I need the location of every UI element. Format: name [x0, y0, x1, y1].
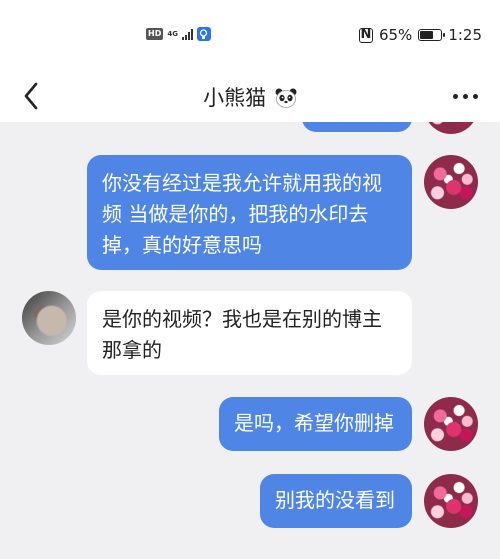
- clock-time: 1:25: [448, 26, 482, 44]
- message-line: 你没有经过是我允许就用我的视: [102, 171, 382, 195]
- contact-avatar[interactable]: [22, 291, 76, 345]
- message-bubble-sent[interactable]: 别我的没看到: [260, 474, 412, 528]
- message-bubble-sent[interactable]: 是吗，希望你删掉: [219, 397, 412, 451]
- nav-bar: 小熊猫: [0, 70, 500, 122]
- message-bubble-sent[interactable]: [302, 122, 412, 132]
- battery-percent: 65%: [378, 26, 413, 44]
- my-avatar[interactable]: [424, 155, 478, 209]
- status-left: HD 4G: [146, 27, 211, 41]
- contact-name: 小熊猫: [203, 86, 267, 110]
- chat-title: 小熊猫: [0, 82, 500, 112]
- message-line: 别我的没看到: [275, 488, 395, 512]
- panda-icon: [275, 88, 297, 108]
- signal-icon: [181, 28, 193, 40]
- message-line: 掉，真的好意思吗: [102, 233, 262, 257]
- hd-badge: HD: [146, 28, 164, 40]
- more-dot-icon: [473, 94, 478, 99]
- status-right: N 65% 1:25: [358, 26, 482, 44]
- battery-icon: [418, 29, 446, 41]
- message-bubble-sent[interactable]: 你没有经过是我允许就用我的视 频 当做是你的，把我的水印去 掉，真的好意思吗: [87, 155, 412, 270]
- message-line: 那拿的: [102, 338, 162, 362]
- message-line: 是吗，希望你删掉: [234, 411, 394, 435]
- status-bar: HD 4G N 65% 1:25: [0, 0, 500, 70]
- my-avatar[interactable]: [424, 397, 478, 451]
- chat-area[interactable]: 你没有经过是我允许就用我的视 频 当做是你的，把我的水印去 掉，真的好意思吗 是…: [0, 122, 500, 559]
- message-line: 频 当做是你的，把我的水印去: [102, 202, 369, 226]
- nfc-icon: N: [358, 27, 373, 43]
- my-avatar[interactable]: [424, 122, 478, 134]
- network-type: 4G: [167, 30, 178, 38]
- message-line: 是你的视频？我也是在别的博主: [102, 307, 382, 331]
- lightbulb-icon: [196, 27, 211, 41]
- more-options-button[interactable]: [453, 94, 478, 99]
- message-bubble-received[interactable]: 是你的视频？我也是在别的博主 那拿的: [87, 291, 412, 375]
- more-dot-icon: [463, 94, 468, 99]
- more-dot-icon: [453, 94, 458, 99]
- my-avatar[interactable]: [424, 474, 478, 528]
